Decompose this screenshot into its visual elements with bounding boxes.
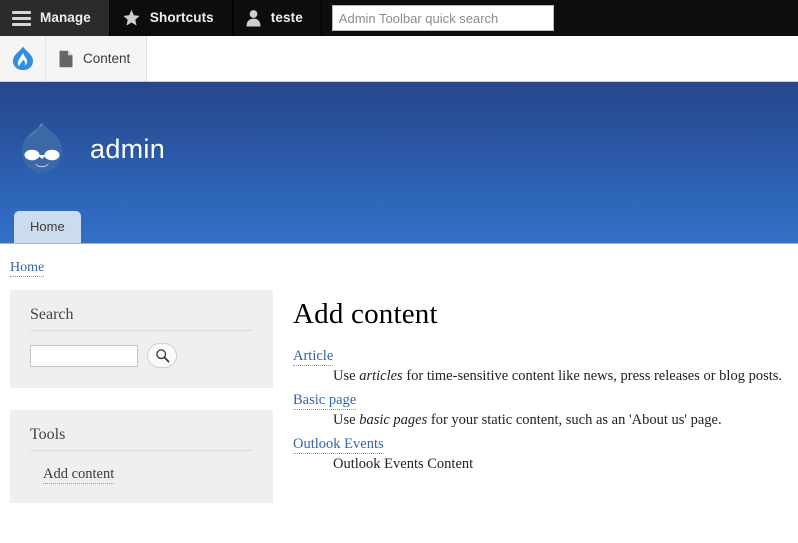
toolbar-tab-shortcuts[interactable]: Shortcuts: [110, 0, 233, 36]
node-type-list: Article Use articles for time-sensitive …: [293, 347, 788, 475]
page-container: Search Tools Add content Add content Art…: [0, 286, 798, 525]
node-type-item: Outlook Events: [293, 435, 788, 455]
search-form: [30, 337, 253, 368]
toolbar-tab-user[interactable]: teste: [233, 0, 322, 36]
site-header: admin Home: [0, 82, 798, 244]
site-branding[interactable]: admin: [0, 82, 798, 178]
hamburger-icon: [12, 10, 31, 26]
toolbar-tray: Content: [0, 36, 798, 82]
star-icon: [122, 9, 141, 27]
toolbar-tab-manage-label: Manage: [40, 10, 91, 26]
node-type-description: Use articles for time-sensitive content …: [333, 366, 788, 387]
search-input[interactable]: [331, 5, 554, 31]
tray-item-content[interactable]: Content: [46, 36, 148, 81]
tools-menu: Add content: [30, 457, 253, 484]
drupal-home-link[interactable]: [0, 36, 46, 81]
desc-before: Use: [333, 368, 360, 384]
breadcrumb-item-home[interactable]: Home: [10, 260, 45, 277]
node-type-description: Use basic pages for your static content,…: [333, 410, 788, 431]
block-search: Search: [10, 290, 273, 388]
toolbar-tab-shortcuts-label: Shortcuts: [149, 10, 214, 26]
drupal-drop-icon: [10, 45, 36, 73]
sidebar-search-submit-button[interactable]: [147, 343, 177, 368]
desc-after: for your static content, such as an 'Abo…: [427, 412, 722, 429]
node-type-item: Basic page: [293, 391, 788, 411]
magnifier-icon: [155, 348, 170, 363]
tray-item-content-label: Content: [83, 51, 131, 66]
desc-before: Use: [333, 412, 360, 429]
desc-after: for time-sensitive content like news, pr…: [402, 368, 783, 384]
toolbar-tab-user-label: teste: [270, 10, 303, 26]
block-tools-title: Tools: [30, 426, 253, 451]
toolbar-search-container: [322, 0, 554, 36]
admin-toolbar: Manage Shortcuts teste: [0, 0, 798, 36]
node-type-link-outlook-events[interactable]: Outlook Events: [293, 436, 384, 455]
primary-tab-home-label: Home: [30, 219, 65, 234]
toolbar-tab-manage[interactable]: Manage: [0, 0, 110, 36]
desc-before: Outlook Events Content: [333, 456, 474, 473]
block-tools: Tools Add content: [10, 410, 273, 503]
breadcrumb: Home: [0, 244, 798, 286]
node-type-link-basic-page[interactable]: Basic page: [293, 392, 357, 411]
primary-tabs: Home: [14, 211, 81, 243]
page-icon: [58, 50, 74, 68]
sidebar-search-input[interactable]: [30, 344, 138, 367]
page-title: Add content: [293, 298, 438, 330]
block-search-title: Search: [30, 306, 253, 331]
desc-emphasis: articles: [359, 368, 403, 384]
tools-link-add-content[interactable]: Add content: [43, 466, 115, 484]
desc-emphasis: basic pages: [359, 412, 428, 429]
druplicon-logo: [14, 120, 70, 178]
node-type-item: Article: [293, 347, 788, 366]
sidebar-first: Search Tools Add content: [10, 286, 273, 525]
node-type-link-article[interactable]: Article: [293, 348, 334, 366]
main-content: Add content Article Use articles for tim…: [293, 286, 788, 479]
user-icon: [245, 9, 262, 27]
node-type-description: Outlook Events Content: [333, 454, 788, 475]
site-name: admin: [90, 133, 166, 164]
primary-tab-home[interactable]: Home: [14, 211, 81, 243]
